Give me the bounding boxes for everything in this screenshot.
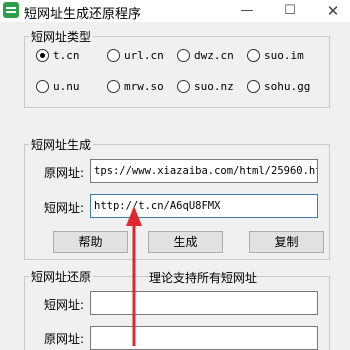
arrow-head xyxy=(126,206,142,226)
annotation-arrow xyxy=(126,206,142,346)
